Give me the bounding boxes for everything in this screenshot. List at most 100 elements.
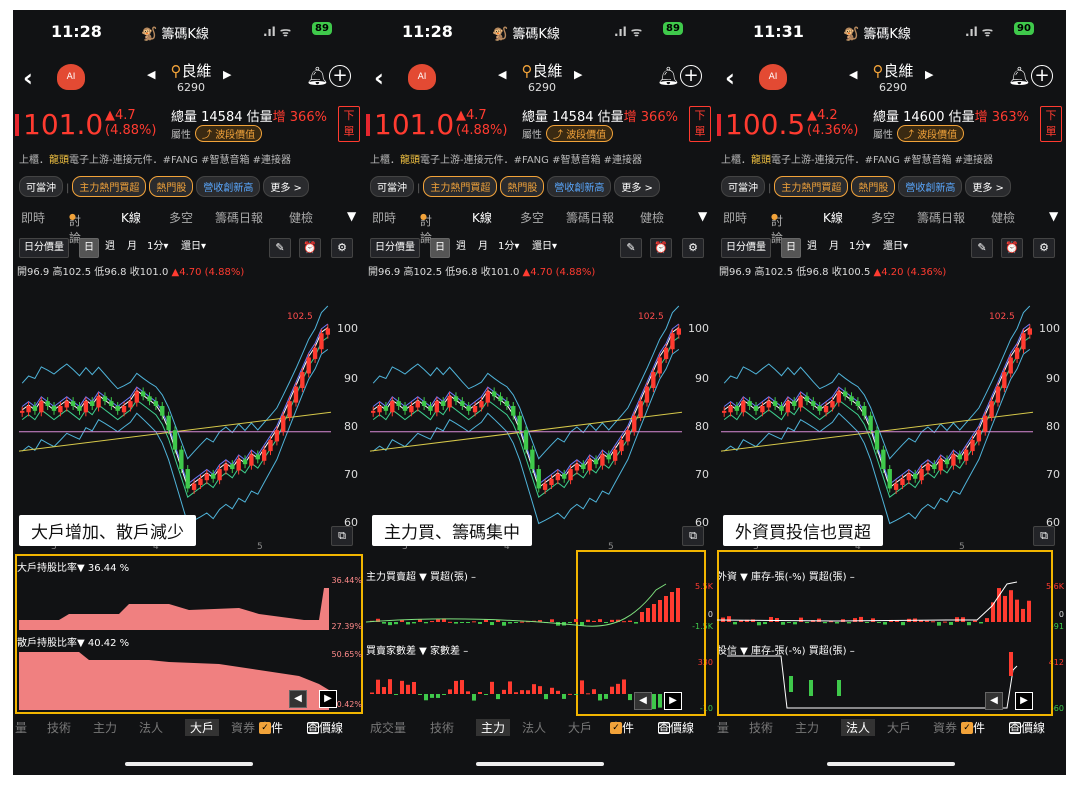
settings-gear-icon[interactable]: ⚙: [1033, 238, 1055, 258]
order-button[interactable]: 下單: [689, 106, 711, 142]
tab-chips-daily[interactable]: 籌碼日報: [566, 209, 614, 226]
indicator-tab-大戶[interactable]: 大戶: [568, 719, 592, 736]
period-month-button[interactable]: 月: [123, 238, 141, 258]
tab-checkup[interactable]: 健檢: [289, 209, 313, 226]
scroll-right-icon[interactable]: ▶: [319, 690, 337, 708]
chip-daytrade[interactable]: 可當沖: [721, 176, 765, 197]
period-week-button[interactable]: 週: [803, 238, 821, 258]
chip-main-force[interactable]: 主力熱門買超: [72, 176, 147, 197]
tabs-dropdown-icon[interactable]: ▼: [1049, 209, 1058, 223]
period-day-button[interactable]: 日: [430, 238, 450, 258]
chip-more[interactable]: 更多 >: [614, 176, 660, 197]
scroll-right-icon[interactable]: ▶: [664, 692, 682, 710]
indicator-tab-法人[interactable]: 法人: [841, 719, 876, 736]
indicator-tab-量[interactable]: 量: [15, 719, 27, 736]
tab-checkup[interactable]: 健檢: [640, 209, 664, 226]
period-minute-button[interactable]: 1分▾: [494, 238, 523, 258]
indicator-tab-法人[interactable]: 法人: [522, 719, 546, 736]
indicator-tab-資券[interactable]: 資券: [231, 719, 255, 736]
chip-revenue[interactable]: 營收創新高: [196, 176, 261, 197]
settings-gear-icon[interactable]: ⚙: [682, 238, 704, 258]
tabs-dropdown-icon[interactable]: ▼: [698, 209, 707, 223]
back-icon[interactable]: ‹: [23, 64, 33, 92]
period-minute-button[interactable]: 1分▾: [143, 238, 172, 258]
tab-realtime[interactable]: 即時: [21, 209, 45, 226]
indicator-tab-法人[interactable]: 法人: [139, 719, 163, 736]
prev-stock-icon[interactable]: ◀: [498, 68, 506, 81]
scroll-left-icon[interactable]: ◀: [985, 692, 1003, 710]
period-week-button[interactable]: 週: [101, 238, 119, 258]
indicator-tab-主力[interactable]: 主力: [476, 719, 511, 736]
indicator-tab-主力[interactable]: 主力: [93, 719, 117, 736]
chip-more[interactable]: 更多 >: [965, 176, 1011, 197]
add-icon[interactable]: +: [329, 65, 351, 87]
stock-title[interactable]: ⚲良維 6290: [863, 60, 923, 94]
fullscreen-icon[interactable]: ⧉: [682, 526, 704, 546]
tab-kline[interactable]: K線: [823, 209, 843, 226]
indicator-tab-大戶[interactable]: 大戶: [185, 719, 220, 736]
fullscreen-icon[interactable]: ⧉: [331, 526, 353, 546]
period-day-button[interactable]: 日: [79, 238, 99, 258]
tab-chips-daily[interactable]: 籌碼日報: [215, 209, 263, 226]
next-stock-icon[interactable]: ▶: [574, 68, 582, 81]
tab-longshort[interactable]: 多空: [871, 209, 895, 226]
chip-daytrade[interactable]: 可當沖: [19, 176, 63, 197]
ai-robot-icon[interactable]: AI: [759, 64, 787, 90]
chip-main-force[interactable]: 主力熱門買超: [423, 176, 498, 197]
alarm-clock-icon[interactable]: ⏰: [299, 238, 321, 258]
indicator-tab-大戶[interactable]: 大戶: [887, 719, 911, 736]
add-icon[interactable]: +: [680, 65, 702, 87]
chip-daytrade[interactable]: 可當沖: [370, 176, 414, 197]
chip-hot[interactable]: 熱門股: [500, 176, 545, 197]
ai-robot-icon[interactable]: AI: [57, 64, 85, 90]
chip-main-force[interactable]: 主力熱門買超: [774, 176, 849, 197]
chip-hot[interactable]: 熱門股: [851, 176, 896, 197]
prev-stock-icon[interactable]: ◀: [849, 68, 857, 81]
price-line-checkbox[interactable]: 查價線: [307, 719, 343, 736]
next-stock-icon[interactable]: ▶: [223, 68, 231, 81]
tab-longshort[interactable]: 多空: [169, 209, 193, 226]
draw-pen-icon[interactable]: ✎: [620, 238, 642, 258]
back-icon[interactable]: ‹: [374, 64, 384, 92]
daily-price-volume-button[interactable]: 日分價量: [721, 238, 771, 258]
settings-gear-icon[interactable]: ⚙: [331, 238, 353, 258]
indicator-tab-技術[interactable]: 技術: [430, 719, 454, 736]
attribute-pill[interactable]: ⤴ 波段價值: [195, 125, 263, 142]
attribute-pill[interactable]: ⤴ 波段價值: [546, 125, 614, 142]
adjust-dropdown[interactable]: 還日▾: [528, 238, 561, 258]
scroll-right-icon[interactable]: ▶: [1015, 692, 1033, 710]
indicator-tab-技術[interactable]: 技術: [47, 719, 71, 736]
period-week-button[interactable]: 週: [452, 238, 470, 258]
bell-icon[interactable]: 🔔︎: [306, 66, 329, 87]
indicator-tab-主力[interactable]: 主力: [795, 719, 819, 736]
daily-price-volume-button[interactable]: 日分價量: [19, 238, 69, 258]
order-button[interactable]: 下單: [338, 106, 360, 142]
alarm-clock-icon[interactable]: ⏰: [650, 238, 672, 258]
ai-robot-icon[interactable]: AI: [408, 64, 436, 90]
indicator-tab-資券[interactable]: 資券: [933, 719, 957, 736]
price-line-checkbox[interactable]: 查價線: [1009, 719, 1045, 736]
daily-price-volume-button[interactable]: 日分價量: [370, 238, 420, 258]
chip-revenue[interactable]: 營收創新高: [547, 176, 612, 197]
back-icon[interactable]: ‹: [725, 64, 735, 92]
tab-chips-daily[interactable]: 籌碼日報: [917, 209, 965, 226]
attribute-pill[interactable]: ⤴ 波段價值: [897, 125, 965, 142]
add-icon[interactable]: +: [1031, 65, 1053, 87]
draw-pen-icon[interactable]: ✎: [269, 238, 291, 258]
indicator-tab-技術[interactable]: 技術: [749, 719, 773, 736]
order-button[interactable]: 下單: [1040, 106, 1062, 142]
scroll-left-icon[interactable]: ◀: [289, 690, 307, 708]
event-checkbox[interactable]: ✓ 事件: [961, 719, 985, 736]
adjust-dropdown[interactable]: 還日▾: [879, 238, 912, 258]
tab-longshort[interactable]: 多空: [520, 209, 544, 226]
period-month-button[interactable]: 月: [825, 238, 843, 258]
tab-checkup[interactable]: 健檢: [991, 209, 1015, 226]
period-month-button[interactable]: 月: [474, 238, 492, 258]
fullscreen-icon[interactable]: ⧉: [1033, 526, 1055, 546]
tab-kline[interactable]: K線: [472, 209, 492, 226]
scroll-left-icon[interactable]: ◀: [634, 692, 652, 710]
event-checkbox[interactable]: ✓ 事件: [259, 719, 283, 736]
chip-more[interactable]: 更多 >: [263, 176, 309, 197]
period-minute-button[interactable]: 1分▾: [845, 238, 874, 258]
chip-revenue[interactable]: 營收創新高: [898, 176, 963, 197]
